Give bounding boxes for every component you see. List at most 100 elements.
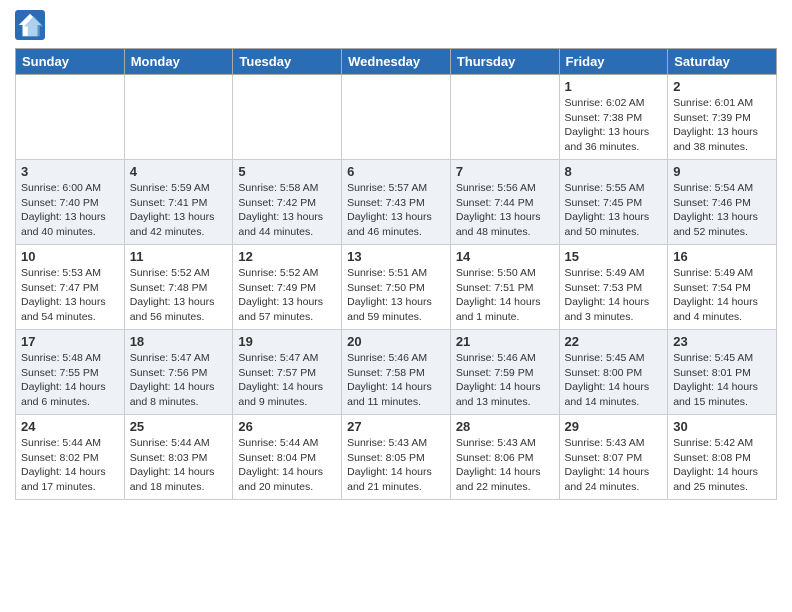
calendar-cell: 13 Sunrise: 5:51 AM Sunset: 7:50 PM Dayli… bbox=[342, 245, 451, 330]
calendar-header-saturday: Saturday bbox=[668, 49, 777, 75]
calendar-cell bbox=[450, 75, 559, 160]
day-info: Sunrise: 5:57 AM Sunset: 7:43 PM Dayligh… bbox=[347, 181, 445, 240]
calendar-cell: 19Sunrise: 5:47 AM Sunset: 7:57 PM Dayli… bbox=[233, 330, 342, 415]
calendar: SundayMondayTuesdayWednesdayThursdayFrid… bbox=[15, 48, 777, 500]
day-number: 26 bbox=[238, 419, 336, 434]
calendar-cell: 20 Sunrise: 5:46 AM Sunset: 7:58 PM Dayli… bbox=[342, 330, 451, 415]
calendar-cell: 29 Sunrise: 5:43 AM Sunset: 8:07 PM Dayli… bbox=[559, 415, 668, 500]
calendar-week-row: 10 Sunrise: 5:53 AM Sunset: 7:47 PM Dayli… bbox=[16, 245, 777, 330]
day-info: Sunrise: 5:47 AM Sunset: 7:57 PM Dayligh… bbox=[238, 351, 336, 410]
calendar-cell: 6 Sunrise: 5:57 AM Sunset: 7:43 PM Daylig… bbox=[342, 160, 451, 245]
header bbox=[15, 10, 777, 40]
day-number: 12 bbox=[238, 249, 336, 264]
day-info: Sunrise: 5:47 AM Sunset: 7:56 PM Dayligh… bbox=[130, 351, 228, 410]
logo bbox=[15, 10, 49, 40]
calendar-header-monday: Monday bbox=[124, 49, 233, 75]
day-info: Sunrise: 5:52 AM Sunset: 7:49 PM Dayligh… bbox=[238, 266, 336, 325]
calendar-cell: 15 Sunrise: 5:49 AM Sunset: 7:53 PM Dayli… bbox=[559, 245, 668, 330]
calendar-cell: 1 Sunrise: 6:02 AM Sunset: 7:38 PM Daylig… bbox=[559, 75, 668, 160]
day-info: Sunrise: 5:46 AM Sunset: 7:58 PM Dayligh… bbox=[347, 351, 445, 410]
day-info: Sunrise: 5:43 AM Sunset: 8:07 PM Dayligh… bbox=[565, 436, 663, 495]
day-info: Sunrise: 6:02 AM Sunset: 7:38 PM Dayligh… bbox=[565, 96, 663, 155]
day-number: 17 bbox=[21, 334, 119, 349]
calendar-cell: 28 Sunrise: 5:43 AM Sunset: 8:06 PM Dayli… bbox=[450, 415, 559, 500]
calendar-cell: 10 Sunrise: 5:53 AM Sunset: 7:47 PM Dayli… bbox=[16, 245, 125, 330]
day-number: 1 bbox=[565, 79, 663, 94]
day-number: 27 bbox=[347, 419, 445, 434]
day-info: Sunrise: 5:43 AM Sunset: 8:06 PM Dayligh… bbox=[456, 436, 554, 495]
calendar-cell: 23 Sunrise: 5:45 AM Sunset: 8:01 PM Dayli… bbox=[668, 330, 777, 415]
calendar-cell: 7Sunrise: 5:56 AM Sunset: 7:44 PM Daylig… bbox=[450, 160, 559, 245]
logo-icon bbox=[15, 10, 45, 40]
day-number: 13 bbox=[347, 249, 445, 264]
day-info: Sunrise: 5:49 AM Sunset: 7:54 PM Dayligh… bbox=[673, 266, 771, 325]
day-number: 24 bbox=[21, 419, 119, 434]
calendar-cell: 22 Sunrise: 5:45 AM Sunset: 8:00 PM Dayli… bbox=[559, 330, 668, 415]
day-info: Sunrise: 5:50 AM Sunset: 7:51 PM Dayligh… bbox=[456, 266, 554, 325]
calendar-cell: 17 Sunrise: 5:48 AM Sunset: 7:55 PM Dayli… bbox=[16, 330, 125, 415]
calendar-cell: 16 Sunrise: 5:49 AM Sunset: 7:54 PM Dayli… bbox=[668, 245, 777, 330]
calendar-cell: 4 Sunrise: 5:59 AM Sunset: 7:41 PM Daylig… bbox=[124, 160, 233, 245]
calendar-cell: 24 Sunrise: 5:44 AM Sunset: 8:02 PM Dayli… bbox=[16, 415, 125, 500]
day-info: Sunrise: 5:56 AM Sunset: 7:44 PM Dayligh… bbox=[456, 181, 554, 240]
day-number: 11 bbox=[130, 249, 228, 264]
calendar-cell: 21 Sunrise: 5:46 AM Sunset: 7:59 PM Dayli… bbox=[450, 330, 559, 415]
day-info: Sunrise: 5:58 AM Sunset: 7:42 PM Dayligh… bbox=[238, 181, 336, 240]
calendar-cell: 26 Sunrise: 5:44 AM Sunset: 8:04 PM Dayli… bbox=[233, 415, 342, 500]
calendar-cell: 25 Sunrise: 5:44 AM Sunset: 8:03 PM Dayli… bbox=[124, 415, 233, 500]
calendar-header-tuesday: Tuesday bbox=[233, 49, 342, 75]
calendar-week-row: 3Sunrise: 6:00 AM Sunset: 7:40 PM Daylig… bbox=[16, 160, 777, 245]
day-info: Sunrise: 5:49 AM Sunset: 7:53 PM Dayligh… bbox=[565, 266, 663, 325]
day-number: 30 bbox=[673, 419, 771, 434]
day-number: 4 bbox=[130, 164, 228, 179]
day-info: Sunrise: 6:01 AM Sunset: 7:39 PM Dayligh… bbox=[673, 96, 771, 155]
day-number: 20 bbox=[347, 334, 445, 349]
day-number: 16 bbox=[673, 249, 771, 264]
day-info: Sunrise: 5:44 AM Sunset: 8:02 PM Dayligh… bbox=[21, 436, 119, 495]
calendar-cell bbox=[342, 75, 451, 160]
calendar-week-row: 17 Sunrise: 5:48 AM Sunset: 7:55 PM Dayli… bbox=[16, 330, 777, 415]
day-info: Sunrise: 6:00 AM Sunset: 7:40 PM Dayligh… bbox=[21, 181, 119, 240]
day-number: 29 bbox=[565, 419, 663, 434]
day-number: 28 bbox=[456, 419, 554, 434]
calendar-header-row: SundayMondayTuesdayWednesdayThursdayFrid… bbox=[16, 49, 777, 75]
day-number: 8 bbox=[565, 164, 663, 179]
calendar-cell: 8 Sunrise: 5:55 AM Sunset: 7:45 PM Daylig… bbox=[559, 160, 668, 245]
day-number: 5 bbox=[238, 164, 336, 179]
day-info: Sunrise: 5:55 AM Sunset: 7:45 PM Dayligh… bbox=[565, 181, 663, 240]
calendar-cell: 9 Sunrise: 5:54 AM Sunset: 7:46 PM Daylig… bbox=[668, 160, 777, 245]
page: SundayMondayTuesdayWednesdayThursdayFrid… bbox=[0, 0, 792, 510]
calendar-header-wednesday: Wednesday bbox=[342, 49, 451, 75]
calendar-header-friday: Friday bbox=[559, 49, 668, 75]
day-info: Sunrise: 5:52 AM Sunset: 7:48 PM Dayligh… bbox=[130, 266, 228, 325]
day-info: Sunrise: 5:51 AM Sunset: 7:50 PM Dayligh… bbox=[347, 266, 445, 325]
calendar-header-sunday: Sunday bbox=[16, 49, 125, 75]
day-number: 23 bbox=[673, 334, 771, 349]
day-info: Sunrise: 5:45 AM Sunset: 8:00 PM Dayligh… bbox=[565, 351, 663, 410]
day-number: 9 bbox=[673, 164, 771, 179]
day-info: Sunrise: 5:44 AM Sunset: 8:04 PM Dayligh… bbox=[238, 436, 336, 495]
day-number: 10 bbox=[21, 249, 119, 264]
day-number: 6 bbox=[347, 164, 445, 179]
day-number: 18 bbox=[130, 334, 228, 349]
day-info: Sunrise: 5:43 AM Sunset: 8:05 PM Dayligh… bbox=[347, 436, 445, 495]
calendar-week-row: 1 Sunrise: 6:02 AM Sunset: 7:38 PM Daylig… bbox=[16, 75, 777, 160]
calendar-week-row: 24 Sunrise: 5:44 AM Sunset: 8:02 PM Dayli… bbox=[16, 415, 777, 500]
day-info: Sunrise: 5:59 AM Sunset: 7:41 PM Dayligh… bbox=[130, 181, 228, 240]
day-info: Sunrise: 5:53 AM Sunset: 7:47 PM Dayligh… bbox=[21, 266, 119, 325]
calendar-cell: 30Sunrise: 5:42 AM Sunset: 8:08 PM Dayli… bbox=[668, 415, 777, 500]
day-info: Sunrise: 5:46 AM Sunset: 7:59 PM Dayligh… bbox=[456, 351, 554, 410]
day-number: 22 bbox=[565, 334, 663, 349]
day-info: Sunrise: 5:45 AM Sunset: 8:01 PM Dayligh… bbox=[673, 351, 771, 410]
day-info: Sunrise: 5:54 AM Sunset: 7:46 PM Dayligh… bbox=[673, 181, 771, 240]
day-number: 2 bbox=[673, 79, 771, 94]
calendar-cell: 18 Sunrise: 5:47 AM Sunset: 7:56 PM Dayli… bbox=[124, 330, 233, 415]
calendar-cell: 5 Sunrise: 5:58 AM Sunset: 7:42 PM Daylig… bbox=[233, 160, 342, 245]
day-number: 15 bbox=[565, 249, 663, 264]
day-number: 25 bbox=[130, 419, 228, 434]
day-info: Sunrise: 5:44 AM Sunset: 8:03 PM Dayligh… bbox=[130, 436, 228, 495]
calendar-cell bbox=[233, 75, 342, 160]
day-info: Sunrise: 5:48 AM Sunset: 7:55 PM Dayligh… bbox=[21, 351, 119, 410]
day-number: 21 bbox=[456, 334, 554, 349]
calendar-cell: 12 Sunrise: 5:52 AM Sunset: 7:49 PM Dayli… bbox=[233, 245, 342, 330]
